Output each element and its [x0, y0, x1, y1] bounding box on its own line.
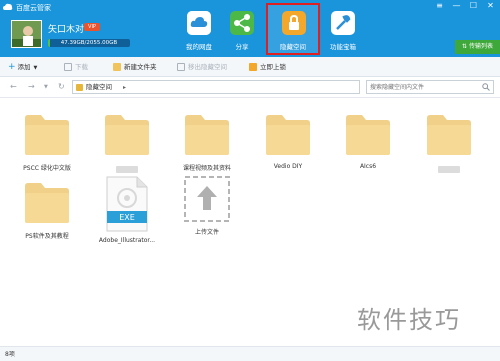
file-name: PS软件及其教程 — [25, 233, 69, 240]
new-folder-label: 新建文件夹 — [124, 63, 157, 71]
nav-share[interactable]: 分享 — [217, 8, 267, 54]
avatar[interactable] — [11, 20, 42, 48]
nav-label: 分享 — [235, 43, 249, 51]
new-folder-icon — [113, 63, 121, 71]
menu-icon[interactable]: ≡ — [434, 0, 445, 11]
history-dropdown-icon[interactable]: ▼ — [44, 84, 48, 90]
transfer-label: 传输列表 — [468, 43, 493, 50]
file-name: AIcs6 — [359, 163, 377, 170]
lock-now-button[interactable]: 立即上锁 — [249, 61, 286, 73]
new-folder-button[interactable]: 新建文件夹 — [113, 61, 157, 73]
folder-icon — [266, 115, 310, 155]
file-item[interactable] — [411, 112, 487, 180]
file-item[interactable]: 课程视频及其资料 — [169, 112, 245, 180]
lock-icon — [282, 11, 306, 35]
path-box[interactable]: 隐藏空间 ▸ — [72, 80, 360, 94]
download-icon — [64, 63, 72, 71]
baidu-cloud-logo-icon — [3, 3, 13, 10]
download-button[interactable]: 下载 — [64, 61, 88, 73]
file-name: 课程视频及其资料 — [182, 165, 231, 172]
vip-badge[interactable]: VIP — [84, 23, 100, 31]
nav-label: 功能宝箱 — [330, 43, 356, 51]
nav-toolbox[interactable]: 功能宝箱 — [318, 8, 368, 54]
hidden-space-icon — [76, 84, 83, 91]
file-item[interactable]: AIcs6 — [330, 112, 406, 180]
add-button[interactable]: + 添加 ▼ — [8, 61, 37, 73]
nav-hidden-space[interactable]: 隐藏空间 — [266, 3, 320, 55]
quota-text: 47.39GB/2055.00GB — [60, 40, 118, 46]
breadcrumb-separator-icon: ▸ — [123, 84, 127, 91]
folder-icon — [105, 115, 149, 155]
toolbar: + 添加 ▼ 下载 新建文件夹 移出隐藏空间 立即上锁 — [0, 57, 500, 77]
header-bar: 百度云管家 ≡ — ☐ ✕ 矢口木对 VIP 47.39GB/2055.00GB — [0, 0, 500, 57]
add-label: 添加 — [17, 63, 31, 71]
maximize-icon[interactable]: ☐ — [468, 0, 479, 11]
folder-icon — [25, 115, 69, 155]
quota-bar: 47.39GB/2055.00GB — [48, 39, 130, 47]
plus-icon: + — [8, 62, 16, 72]
item-count: 8项 — [5, 351, 15, 358]
cloud-icon — [187, 11, 211, 35]
padlock-icon — [249, 63, 257, 71]
folder-icon — [427, 115, 471, 155]
search-box[interactable] — [366, 80, 494, 94]
chevron-down-icon: ▼ — [33, 65, 38, 71]
share-icon — [230, 11, 254, 35]
back-arrow-icon[interactable]: ← — [10, 82, 17, 91]
main-window: 百度云管家 ≡ — ☐ ✕ 矢口木对 VIP 47.39GB/2055.00GB — [0, 0, 500, 361]
folder-icon — [346, 115, 390, 155]
file-item[interactable]: Vedio DIY — [250, 112, 326, 180]
upload-file-tile[interactable]: 上传文件 — [169, 176, 245, 244]
search-icon[interactable] — [482, 83, 490, 91]
username[interactable]: 矢口木对 — [48, 22, 84, 35]
transfer-list-button[interactable]: ⇅ 传输列表 — [455, 40, 500, 54]
file-name: PSCC 绿化中文版 — [23, 165, 71, 172]
transfer-icon: ⇅ — [462, 43, 469, 50]
folder-icon — [25, 183, 69, 223]
exe-file-icon: EXE — [106, 176, 148, 232]
close-icon[interactable]: ✕ — [485, 0, 496, 11]
move-out-label: 移出隐藏空间 — [188, 63, 227, 71]
file-name: Adobe_Illustrator... — [98, 237, 156, 244]
exe-badge: EXE — [119, 213, 135, 222]
search-input[interactable] — [370, 81, 480, 93]
file-item[interactable]: PS软件及其教程 — [9, 180, 85, 248]
blurred-file-name — [438, 166, 460, 173]
blurred-file-name — [116, 166, 138, 173]
watermark: 软件技巧 — [357, 306, 461, 334]
breadcrumb[interactable]: 隐藏空间 — [86, 82, 112, 93]
toolbox-icon — [331, 11, 355, 35]
file-name: 上传文件 — [194, 229, 219, 236]
file-item[interactable] — [89, 112, 165, 180]
status-bar: 8项 — [0, 346, 500, 361]
move-out-button[interactable]: 移出隐藏空间 — [177, 61, 227, 73]
upload-icon — [184, 176, 230, 222]
forward-arrow-icon[interactable]: → — [28, 82, 35, 91]
folder-icon — [185, 115, 229, 155]
window-controls: ≡ — ☐ ✕ — [434, 0, 496, 11]
lock-now-label: 立即上锁 — [260, 63, 286, 71]
download-label: 下载 — [75, 63, 88, 71]
file-name: Vedio DIY — [273, 163, 303, 170]
move-out-icon — [177, 63, 185, 71]
refresh-icon[interactable]: ↻ — [58, 82, 65, 91]
nav-label: 隐藏空间 — [280, 43, 306, 51]
address-bar: ← → ▼ ↻ 隐藏空间 ▸ — [0, 77, 500, 98]
file-item[interactable]: PSCC 绿化中文版 — [9, 112, 85, 180]
app-title: 百度云管家 — [16, 4, 51, 12]
minimize-icon[interactable]: — — [451, 0, 462, 11]
file-item[interactable]: EXE Adobe_Illustrator... — [89, 176, 165, 244]
